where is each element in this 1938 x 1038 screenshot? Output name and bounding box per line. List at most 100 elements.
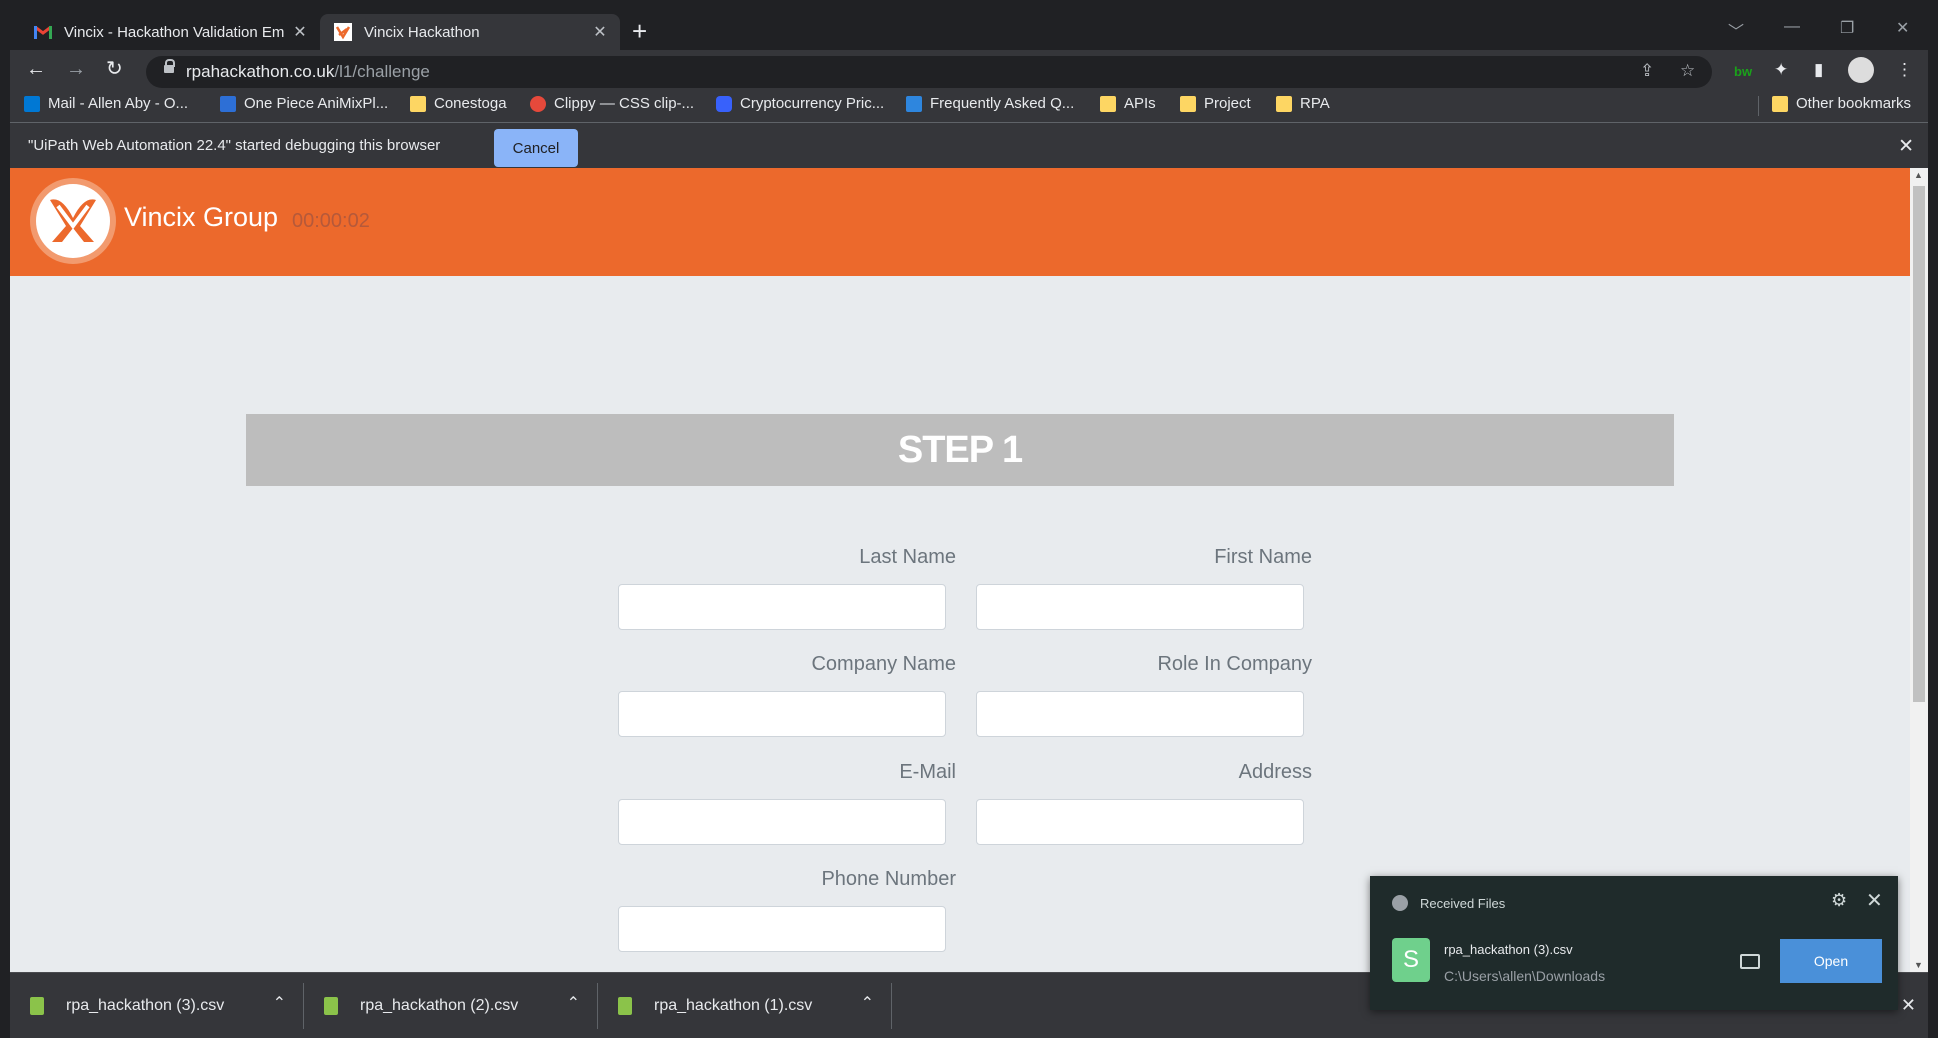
bookmark-item[interactable]: Mail - Allen Aby - O...	[24, 95, 188, 112]
address-bar[interactable]: rpahackathon.co.uk/l1/challenge ⇪ ☆	[146, 56, 1712, 88]
email-input[interactable]	[618, 799, 946, 845]
challenge-timer: 00:00:02	[292, 210, 370, 232]
bookmark-item[interactable]: One Piece AniMixPl...	[220, 95, 388, 112]
tab-title: Vincix - Hackathon Validation Em	[64, 23, 285, 41]
vincix-logo	[30, 178, 116, 264]
close-icon[interactable]: ✕	[1866, 888, 1883, 913]
download-filename: rpa_hackathon (2).csv	[360, 997, 519, 1014]
clippy-icon	[530, 95, 546, 112]
bookmark-item[interactable]: RPA	[1276, 95, 1330, 112]
tab-gmail[interactable]: Vincix - Hackathon Validation Em ✕	[20, 14, 320, 50]
brand-name: Vincix Group	[124, 202, 279, 232]
bookmarks-divider	[1758, 96, 1759, 116]
phone-number-input[interactable]	[618, 906, 946, 952]
new-tab-icon[interactable]: +	[632, 18, 647, 44]
open-folder-icon[interactable]	[1740, 954, 1760, 969]
vincix-logo-icon	[50, 199, 96, 242]
reload-icon[interactable]: ↻	[106, 58, 123, 80]
share-icon[interactable]: ⇪	[1640, 61, 1654, 81]
bookmark-item[interactable]: Project	[1180, 95, 1251, 112]
download-item[interactable]: rpa_hackathon (1).csv ⌃	[618, 973, 888, 1038]
address-label: Address	[1238, 761, 1312, 783]
email-label: E-Mail	[899, 761, 956, 783]
folder-icon	[1100, 95, 1116, 112]
bitwarden-extension-icon[interactable]: bw	[1734, 64, 1752, 79]
downloads-close-icon[interactable]: ✕	[1901, 995, 1916, 1016]
window-close-icon[interactable]: ✕	[1896, 18, 1909, 38]
first-name-label: First Name	[1214, 546, 1312, 568]
bookmark-item[interactable]: Conestoga	[410, 95, 507, 112]
first-name-input[interactable]	[976, 584, 1304, 630]
download-divider	[303, 983, 304, 1029]
notification-header: Received Files	[1420, 896, 1506, 911]
spreadsheet-file-icon: S	[1392, 938, 1430, 982]
step-title: STEP 1	[246, 414, 1674, 486]
download-divider	[597, 983, 598, 1029]
received-files-notification: Received Files ⚙ ✕ S rpa_hackathon (3).c…	[1370, 876, 1898, 1010]
bookmark-item[interactable]: APIs	[1100, 95, 1156, 112]
folder-icon	[1276, 95, 1292, 112]
bookmark-item[interactable]: Cryptocurrency Pric...	[716, 95, 884, 112]
download-filename: rpa_hackathon (3).csv	[66, 997, 225, 1014]
address-input[interactable]	[976, 799, 1304, 845]
tab-search-icon[interactable]: ﹀	[1728, 18, 1744, 42]
site-header: Vincix Group 00:00:02	[10, 168, 1910, 276]
page-scrollbar[interactable]: ▲ ▼	[1910, 168, 1928, 972]
outlook-icon	[24, 95, 40, 112]
chevron-up-icon[interactable]: ⌃	[273, 993, 286, 1013]
tab-close-icon[interactable]: ✕	[290, 22, 310, 42]
received-file-name: rpa_hackathon (3).csv	[1444, 942, 1573, 957]
open-file-button[interactable]: Open	[1780, 939, 1882, 983]
debug-infobar: "UiPath Web Automation 22.4" started deb…	[10, 122, 1928, 168]
extensions-puzzle-icon[interactable]: ✦	[1774, 60, 1788, 80]
scrollbar-thumb[interactable]	[1913, 186, 1925, 702]
maximize-icon[interactable]: ❐	[1840, 18, 1854, 38]
tab-title: Vincix Hackathon	[364, 23, 480, 41]
side-panel-icon[interactable]: ▮	[1814, 60, 1823, 80]
folder-icon	[410, 95, 426, 112]
download-item[interactable]: rpa_hackathon (2).csv ⌃	[324, 973, 594, 1038]
csv-file-icon	[618, 997, 632, 1015]
bookmark-item[interactable]: Frequently Asked Q...	[906, 95, 1074, 112]
role-in-company-input[interactable]	[976, 691, 1304, 737]
scroll-down-arrow-icon[interactable]: ▼	[1914, 960, 1923, 970]
csv-file-icon	[324, 997, 338, 1015]
tab-vincix-hackathon[interactable]: Vincix Hackathon ✕	[320, 14, 620, 50]
vincix-favicon-icon	[334, 23, 352, 41]
infobar-message: "UiPath Web Automation 22.4" started deb…	[28, 137, 441, 154]
minimize-icon[interactable]: —	[1784, 18, 1800, 36]
download-filename: rpa_hackathon (1).csv	[654, 997, 813, 1014]
download-item[interactable]: rpa_hackathon (3).csv ⌃	[30, 973, 300, 1038]
menu-icon[interactable]: ⋮	[1896, 60, 1913, 80]
gmail-icon	[34, 23, 52, 41]
page-viewport: Vincix Group 00:00:02 STEP 1 Last Name F…	[10, 168, 1910, 972]
app-icon	[1392, 895, 1408, 911]
tab-strip: Vincix - Hackathon Validation Em ✕ Vinci…	[10, 10, 1928, 50]
coinmarketcap-icon	[716, 95, 732, 112]
infobar-close-icon[interactable]: ✕	[1898, 135, 1914, 158]
download-divider	[891, 983, 892, 1029]
csv-file-icon	[30, 997, 44, 1015]
lock-icon[interactable]	[164, 59, 175, 73]
last-name-label: Last Name	[859, 546, 956, 568]
company-name-input[interactable]	[618, 691, 946, 737]
folder-icon	[1772, 95, 1788, 112]
chevron-up-icon[interactable]: ⌃	[567, 993, 580, 1013]
cancel-debug-button[interactable]: Cancel	[494, 129, 578, 167]
gear-icon[interactable]: ⚙	[1831, 890, 1847, 911]
tab-close-icon[interactable]: ✕	[590, 22, 610, 42]
phone-number-label: Phone Number	[821, 868, 956, 890]
bookmark-item[interactable]: Clippy — CSS clip-...	[530, 95, 694, 112]
profile-avatar[interactable]	[1848, 57, 1874, 83]
chevron-up-icon[interactable]: ⌃	[861, 993, 874, 1013]
other-bookmarks[interactable]: Other bookmarks	[1772, 95, 1911, 112]
last-name-input[interactable]	[618, 584, 946, 630]
forward-icon[interactable]: →	[66, 58, 86, 80]
url-text: rpahackathon.co.uk/l1/challenge	[186, 62, 430, 81]
bookmark-star-icon[interactable]: ☆	[1680, 61, 1695, 81]
scroll-up-arrow-icon[interactable]: ▲	[1914, 170, 1923, 180]
folder-icon	[1180, 95, 1196, 112]
back-icon[interactable]: ←	[26, 58, 46, 80]
bookmarks-bar: Mail - Allen Aby - O... One Piece AniMix…	[10, 90, 1928, 122]
role-in-company-label: Role In Company	[1157, 653, 1312, 675]
